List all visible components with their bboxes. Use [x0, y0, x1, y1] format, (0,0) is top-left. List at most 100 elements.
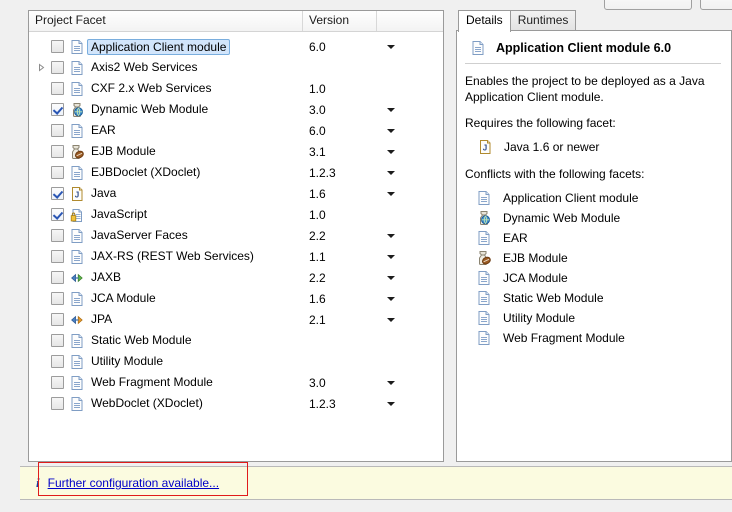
- tab-runtimes[interactable]: Runtimes: [509, 10, 577, 31]
- chevron-down-icon[interactable]: [387, 107, 395, 112]
- facet-checkbox[interactable]: [51, 103, 64, 116]
- table-row[interactable]: Axis2 Web Services: [29, 57, 443, 78]
- chevron-down-icon[interactable]: [387, 296, 395, 301]
- version-dropdown-cell[interactable]: [377, 380, 443, 385]
- version-dropdown-cell[interactable]: [377, 128, 443, 133]
- document-icon: [69, 333, 85, 349]
- chevron-down-icon[interactable]: [387, 128, 395, 133]
- table-row[interactable]: JCA Module 1.6: [29, 288, 443, 309]
- version-dropdown-cell[interactable]: [377, 44, 443, 49]
- facet-version-cell[interactable]: 1.6: [303, 292, 377, 306]
- facet-checkbox[interactable]: [51, 61, 64, 74]
- facet-version-cell[interactable]: 2.2: [303, 229, 377, 243]
- table-row[interactable]: EJBDoclet (XDoclet) 1.2.3: [29, 162, 443, 183]
- document-icon: [69, 249, 85, 265]
- facet-version-cell[interactable]: 3.0: [303, 376, 377, 390]
- facet-checkbox[interactable]: [51, 145, 64, 158]
- column-header-version[interactable]: Version: [303, 11, 377, 31]
- table-row[interactable]: Application Client module 6.0: [29, 36, 443, 57]
- chevron-down-icon[interactable]: [387, 149, 395, 154]
- column-header-blank[interactable]: [377, 11, 443, 31]
- chevron-down-icon[interactable]: [387, 275, 395, 280]
- facet-label: JAXB: [91, 270, 122, 284]
- table-row[interactable]: JAXB 2.2: [29, 267, 443, 288]
- version-dropdown-cell[interactable]: [377, 149, 443, 154]
- chevron-down-icon[interactable]: [387, 254, 395, 259]
- table-row[interactable]: Dynamic Web Module 3.0: [29, 99, 443, 120]
- requires-facet-list: J Java 1.6 or newer: [465, 137, 721, 157]
- table-row[interactable]: Utility Module: [29, 351, 443, 372]
- facet-version-cell[interactable]: 1.2.3: [303, 397, 377, 411]
- table-row[interactable]: WebDoclet (XDoclet) 1.2.3: [29, 393, 443, 414]
- version-dropdown-cell[interactable]: [377, 401, 443, 406]
- version-dropdown-cell[interactable]: [377, 170, 443, 175]
- conflicting-facet-item-label: Static Web Module: [503, 291, 604, 305]
- table-row[interactable]: JPA 2.1: [29, 309, 443, 330]
- document-icon: [476, 190, 492, 206]
- table-row[interactable]: EAR 6.0: [29, 120, 443, 141]
- facet-version-cell[interactable]: 3.1: [303, 145, 377, 159]
- conflicting-facet-item-label: Application Client module: [503, 191, 639, 205]
- facet-checkbox[interactable]: [51, 313, 64, 326]
- conflicting-facet-item-label: EJB Module: [503, 251, 568, 265]
- chevron-down-icon[interactable]: [387, 44, 395, 49]
- requires-heading: Requires the following facet:: [465, 116, 616, 130]
- chevron-down-icon[interactable]: [387, 233, 395, 238]
- facet-checkbox[interactable]: [51, 40, 64, 53]
- table-row[interactable]: Web Fragment Module 3.0: [29, 372, 443, 393]
- version-dropdown-cell[interactable]: [377, 233, 443, 238]
- facet-version-cell[interactable]: 1.6: [303, 187, 377, 201]
- facet-version-cell[interactable]: 2.1: [303, 313, 377, 327]
- table-row[interactable]: JavaServer Faces 2.2: [29, 225, 443, 246]
- facet-checkbox[interactable]: [51, 376, 64, 389]
- table-row[interactable]: CXF 2.x Web Services 1.0: [29, 78, 443, 99]
- version-dropdown-cell[interactable]: [377, 296, 443, 301]
- chevron-down-icon[interactable]: [387, 380, 395, 385]
- facet-checkbox[interactable]: [51, 334, 64, 347]
- table-row[interactable]: JavaScript 1.0: [29, 204, 443, 225]
- chevron-down-icon[interactable]: [387, 191, 395, 196]
- chevron-down-icon[interactable]: [387, 401, 395, 406]
- facet-checkbox[interactable]: [51, 166, 64, 179]
- facet-checkbox[interactable]: [51, 397, 64, 410]
- version-dropdown-cell[interactable]: [377, 317, 443, 322]
- dialog-button-1[interactable]: [604, 0, 692, 10]
- chevron-right-icon[interactable]: [37, 63, 46, 72]
- facet-version-cell[interactable]: 1.0: [303, 208, 377, 222]
- table-row[interactable]: J Java 1.6: [29, 183, 443, 204]
- facet-version-cell[interactable]: 1.1: [303, 250, 377, 264]
- facet-checkbox[interactable]: [51, 292, 64, 305]
- chevron-down-icon[interactable]: [387, 170, 395, 175]
- facet-label: Utility Module: [91, 354, 164, 368]
- version-dropdown-cell[interactable]: [377, 107, 443, 112]
- facet-version-cell[interactable]: 3.0: [303, 103, 377, 117]
- facet-version-cell[interactable]: 2.2: [303, 271, 377, 285]
- facet-checkbox[interactable]: [51, 82, 64, 95]
- facet-checkbox[interactable]: [51, 229, 64, 242]
- facet-checkbox[interactable]: [51, 355, 64, 368]
- chevron-down-icon[interactable]: [387, 317, 395, 322]
- conflicting-facet-item: Static Web Module: [465, 288, 721, 308]
- facet-checkbox[interactable]: [51, 208, 64, 221]
- facet-version-cell[interactable]: 1.0: [303, 82, 377, 96]
- tab-details[interactable]: Details: [458, 10, 511, 32]
- facet-checkbox[interactable]: [51, 271, 64, 284]
- document-icon: [69, 60, 85, 76]
- table-row[interactable]: JAX-RS (REST Web Services) 1.1: [29, 246, 443, 267]
- column-header-project-facet[interactable]: Project Facet: [29, 11, 303, 31]
- version-dropdown-cell[interactable]: [377, 275, 443, 280]
- version-dropdown-cell[interactable]: [377, 191, 443, 196]
- facet-checkbox[interactable]: [51, 250, 64, 263]
- facet-name-cell: Dynamic Web Module: [29, 102, 303, 118]
- facet-label: JAX-RS (REST Web Services): [91, 249, 254, 263]
- facet-version-cell[interactable]: 1.2.3: [303, 166, 377, 180]
- further-configuration-link[interactable]: Further configuration available...: [48, 476, 219, 490]
- facet-checkbox[interactable]: [51, 187, 64, 200]
- dialog-button-2[interactable]: [700, 0, 732, 10]
- facet-checkbox[interactable]: [51, 124, 64, 137]
- version-dropdown-cell[interactable]: [377, 254, 443, 259]
- table-row[interactable]: Static Web Module: [29, 330, 443, 351]
- facet-version-cell[interactable]: 6.0: [303, 124, 377, 138]
- table-row[interactable]: EJB Module 3.1: [29, 141, 443, 162]
- facet-version-cell[interactable]: 6.0: [303, 40, 377, 54]
